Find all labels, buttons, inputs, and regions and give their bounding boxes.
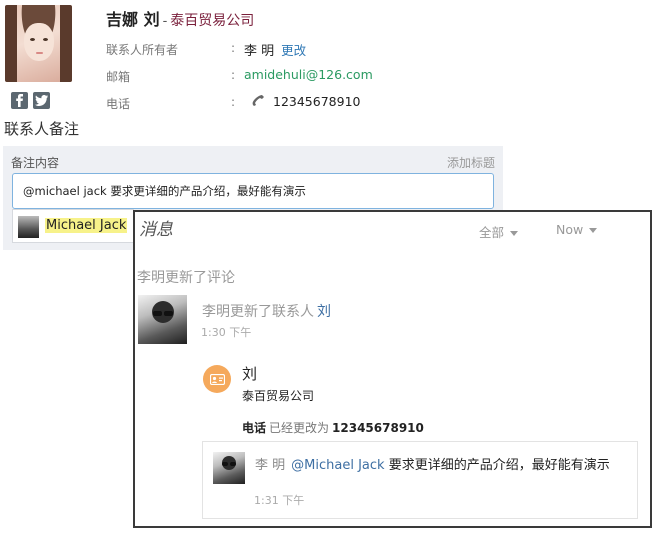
messages-panel: 消息 全部 Now 李明更新了评论 李明更新了联系人刘 1:30 下午 刘 泰百… (133, 210, 652, 528)
update-label: 李明更新了评论 (137, 270, 235, 286)
social-links (11, 92, 50, 109)
contact-name: 吉娜 刘 (106, 10, 160, 29)
owner-value: 李 明 (244, 44, 275, 59)
activity-contact-link[interactable]: 刘 (317, 304, 331, 320)
card-phone-change: 电话 已经更改为 12345678910 (242, 419, 424, 436)
comment-box: 李 明 @Michael Jack 要求更详细的产品介绍，最好能有演示 1:31 … (202, 441, 638, 519)
change-owner-link[interactable]: 更改 (281, 43, 306, 58)
email-link[interactable]: amidehuli@126.com (244, 67, 373, 82)
contact-card-icon (203, 365, 231, 393)
card-company: 泰百贸易公司 (242, 389, 315, 403)
filter-all-label: 全部 (479, 225, 505, 240)
contact-company-link[interactable]: 泰百贸易公司 (170, 13, 254, 29)
activity-timestamp: 1:30 下午 (201, 326, 252, 339)
comment-author[interactable]: 李 明 (255, 458, 285, 473)
add-title-link[interactable]: 添加标题 (447, 154, 495, 171)
comment-avatar (213, 452, 245, 484)
contact-name-line: 吉娜 刘 - 泰百贸易公司 (106, 6, 254, 30)
card-phone-label: 电话 (242, 421, 267, 435)
card-contact-name[interactable]: 刘 (242, 363, 257, 384)
comment-timestamp: 1:31 下午 (254, 494, 305, 507)
mention-avatar (18, 216, 39, 238)
mention-suggestion-name: Michael Jack (45, 218, 128, 233)
comment-body: 要求更详细的产品介绍，最好能有演示 (388, 458, 610, 473)
name-separator: - (162, 14, 168, 29)
card-phone-change-text: 已经更改为 (269, 421, 330, 435)
email-colon: : (231, 68, 236, 82)
messages-title: 消息 (139, 220, 173, 240)
notes-content-label: 备注内容 (11, 156, 60, 170)
phone-value[interactable]: 12345678910 (273, 94, 360, 109)
notes-section-title: 联系人备注 (4, 120, 80, 138)
owner-value-line: 李 明更改 (244, 40, 306, 59)
note-input[interactable]: @michael jack 要求更详细的产品介绍，最好能有演示 (12, 173, 494, 209)
mention-suggestion[interactable]: Michael Jack (12, 209, 134, 243)
filter-all-dropdown[interactable]: 全部 (479, 222, 519, 241)
chevron-down-icon (510, 231, 519, 236)
activity-description: 李明更新了联系人 (202, 304, 314, 320)
comment-text: 李 明 @Michael Jack 要求更详细的产品介绍，最好能有演示 (255, 454, 610, 473)
phone-label: 电话 (106, 97, 131, 111)
filter-time-label: Now (556, 222, 584, 237)
phone-icon (252, 95, 264, 106)
card-phone-value: 12345678910 (332, 421, 424, 435)
facebook-icon[interactable] (11, 92, 28, 109)
twitter-icon[interactable] (33, 92, 50, 109)
filter-time-dropdown[interactable]: Now (556, 222, 598, 237)
email-label: 邮箱 (106, 70, 131, 84)
owner-colon: : (231, 41, 236, 55)
user-avatar (138, 295, 187, 344)
comment-mention[interactable]: @Michael Jack (291, 458, 384, 473)
activity-text: 李明更新了联系人刘 (202, 301, 331, 321)
phone-colon: : (231, 95, 236, 109)
contact-avatar (5, 5, 72, 82)
chevron-down-icon (589, 228, 598, 233)
owner-label: 联系人所有者 (106, 43, 179, 57)
